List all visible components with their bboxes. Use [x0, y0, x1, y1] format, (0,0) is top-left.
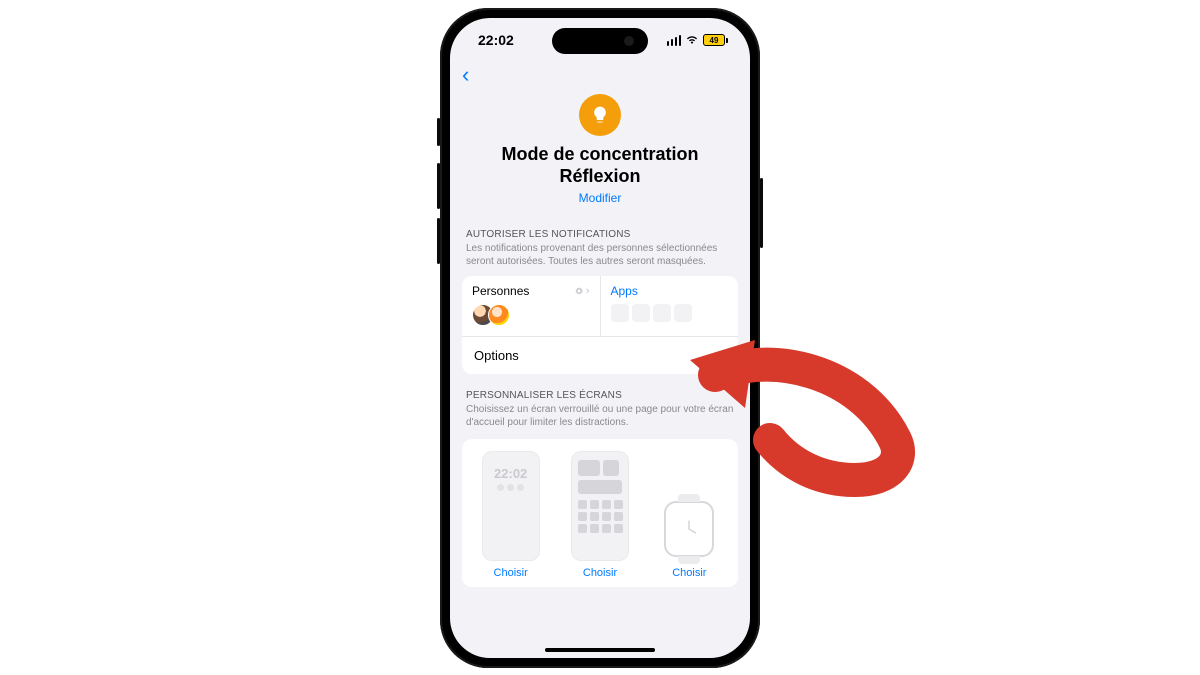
clock-icon [676, 516, 702, 542]
notifications-section-header: AUTORISER LES NOTIFICATIONS Les notifica… [450, 213, 750, 270]
focus-header: Mode de concentration Réflexion Modifier [450, 86, 750, 213]
status-time: 22:02 [478, 32, 514, 48]
avatar [488, 304, 510, 326]
phone-screen: 22:02 49 ‹ Mode de c [450, 18, 750, 658]
phone-side-button [437, 218, 440, 264]
choose-button[interactable]: Choisir [494, 567, 528, 579]
choose-button[interactable]: Choisir [583, 567, 617, 579]
battery-percent: 49 [710, 36, 719, 45]
section-desc: Les notifications provenant des personne… [466, 242, 734, 268]
page-title: Mode de concentration Réflexion [466, 144, 734, 187]
iphone-frame: 22:02 49 ‹ Mode de c [440, 8, 760, 668]
wifi-icon [685, 33, 699, 48]
section-title: AUTORISER LES NOTIFICATIONS [466, 229, 734, 240]
options-row[interactable]: Options [462, 336, 738, 374]
dynamic-island [552, 28, 648, 54]
phone-side-button [437, 163, 440, 209]
nav-bar: ‹ [450, 62, 750, 86]
people-disclosure: › [574, 285, 590, 297]
section-desc: Choisissez un écran verrouillé ou une pa… [466, 403, 734, 429]
chevron-right-icon: › [586, 285, 590, 297]
phone-side-button [760, 178, 763, 248]
apps-placeholder [611, 304, 729, 322]
cellular-icon [667, 35, 682, 46]
lockscreen-preview: 22:02 [482, 451, 540, 561]
battery-indicator: 49 [703, 34, 728, 46]
section-title: PERSONNALISER LES ÉCRANS [466, 390, 734, 401]
notifications-card: Personnes › Apps [462, 276, 738, 374]
people-avatars [472, 304, 590, 326]
apps-label: Apps [611, 284, 638, 298]
lockscreen-option[interactable]: 22:02 Choisir [470, 451, 551, 579]
title-line2: Réflexion [559, 166, 640, 186]
edit-link[interactable]: Modifier [579, 191, 622, 205]
choose-button[interactable]: Choisir [672, 567, 706, 579]
gear-icon [574, 286, 584, 296]
lightbulb-icon [579, 94, 621, 136]
home-indicator[interactable] [545, 648, 655, 652]
phone-side-button [437, 118, 440, 146]
homescreen-option[interactable]: Choisir [559, 451, 640, 579]
people-label: Personnes [472, 284, 529, 298]
watch-preview [664, 501, 714, 557]
screens-section-header: PERSONNALISER LES ÉCRANS Choisissez un é… [450, 374, 750, 431]
apps-column[interactable]: Apps [600, 276, 739, 336]
homescreen-preview [571, 451, 629, 561]
screens-card: 22:02 Choisir Choisir [462, 439, 738, 587]
people-column[interactable]: Personnes › [462, 276, 600, 336]
lockscreen-time: 22:02 [483, 466, 539, 481]
back-button[interactable]: ‹ [458, 62, 469, 87]
watch-option[interactable]: Choisir [649, 501, 730, 579]
title-line1: Mode de concentration [501, 144, 698, 164]
